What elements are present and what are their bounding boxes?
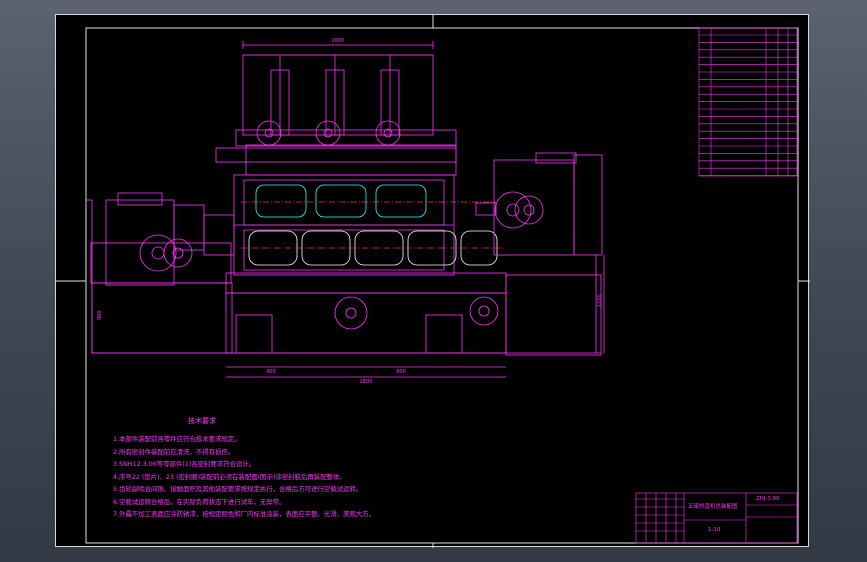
cad-drawing: 2000 2800 400 800 900 1200	[56, 15, 810, 548]
tech-note-line: 3.SNH12.3.00等零部件(1)各密封要求符合设计。	[113, 460, 256, 468]
dim-top-width: 2000	[332, 38, 345, 44]
tech-note-line: 5.齿轮副啮合间隙、接触面积及其他装配要求按规定执行，合格后方可进行空载试运转。	[113, 485, 363, 493]
tech-note-line: 1.本部件装配前各零件应符合技术要求规定。	[113, 435, 241, 443]
dim-bottom-width: 2800	[360, 379, 373, 385]
tech-note-line: 4.序号22 (垫片)、23 (密封圈)装配前必须在装配面(图示)涂密封胶后再装…	[113, 472, 346, 481]
dim-right-height: 1200	[597, 294, 603, 307]
dim-bottom-left: 400	[266, 369, 276, 375]
tech-note-line: 6.空载试运转合格后，在实际负荷状态下进行试车，无异常。	[113, 497, 286, 506]
drawing-sheet: 2000 2800 400 800 900 1200 技术要求 1.本部件装配前…	[55, 14, 810, 548]
dim-left-height: 900	[97, 310, 103, 320]
drawing-scale: 1:10	[708, 527, 721, 533]
tech-note-line: 7.外露不加工表面应涂防锈漆，按规定颜色和厂内标准涂装，表面应平整、光滑、美观大…	[113, 510, 376, 518]
drawing-name: 五辊矫直机总装配图	[688, 504, 738, 510]
dim-bottom-right: 800	[396, 369, 406, 375]
tech-note-line: 2.所有密封件装配前应清洗，不得有损伤。	[113, 447, 235, 456]
tech-notes-title: 技术要求	[188, 417, 216, 425]
machine-elevation	[86, 41, 605, 378]
parts-list-table	[698, 27, 798, 177]
drawing-number: ZHJ-3.00	[756, 496, 780, 502]
